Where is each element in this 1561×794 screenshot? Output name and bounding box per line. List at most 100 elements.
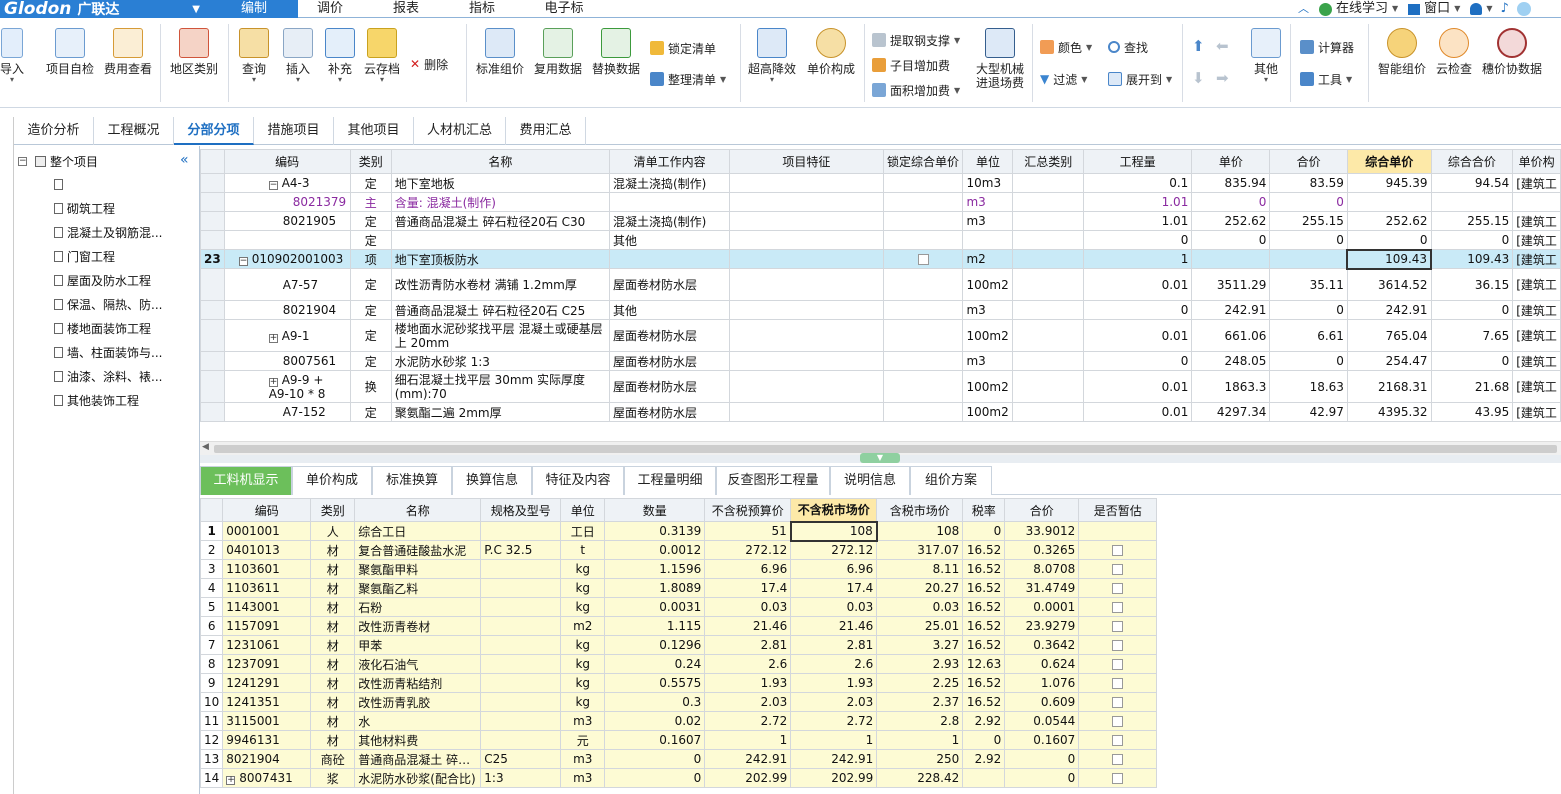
table-row[interactable]: 8021904 定 普通商品混凝土 碎石粒径20石 C25 其他 m3 0 24…: [200, 300, 1561, 320]
collapse-icon[interactable]: −: [268, 181, 278, 190]
tools-button[interactable]: 工具 ▼: [1300, 71, 1352, 87]
tab-conversion-info[interactable]: 换算信息: [452, 466, 532, 495]
table-row[interactable]: 6 1157091 材 改性沥青卷材 m2 1.115 21.46 21.46 …: [199, 616, 1158, 636]
tab-project-overview[interactable]: 工程概况: [94, 117, 174, 145]
provisional-checkbox[interactable]: [1112, 602, 1124, 613]
lock-price-checkbox[interactable]: [917, 254, 929, 265]
reuse-data-button[interactable]: 复用数据: [532, 28, 584, 76]
table-row[interactable]: + A9-9 + A9-10 * 8 换 细石混凝土找平层 30mm 实际厚度(m…: [200, 370, 1561, 403]
table-row[interactable]: 8021379 主 含量: 混凝土(制作) m3 1.01 0 0: [200, 192, 1561, 212]
menu-tab-adjust[interactable]: 调价: [298, 0, 362, 18]
delete-button[interactable]: ✕ 删除: [410, 56, 448, 72]
column-header-active[interactable]: 不含税市场价: [790, 498, 878, 522]
tab-reverse-graphic-quantity[interactable]: 反查图形工程量: [716, 466, 830, 495]
table-row[interactable]: + A9-1 定 楼地面水泥砂浆找平层 混凝土或硬基层上 20mm 屋面卷材防水层…: [200, 319, 1561, 352]
chevron-down-icon[interactable]: ▼: [1486, 0, 1492, 18]
table-row[interactable]: 7 1231061 材 甲苯 kg 0.1296 2.81 2.81 3.27 …: [199, 635, 1158, 655]
table-row[interactable]: − A4-3 定 地下室地板 混凝土浇捣(制作) 10m3 0.1 835.94 …: [200, 173, 1561, 193]
tab-pricing-plan[interactable]: 组价方案: [910, 466, 992, 495]
provisional-checkbox[interactable]: [1112, 564, 1124, 575]
tab-sub-items[interactable]: 分部分项: [174, 117, 254, 145]
column-header[interactable]: 工程量: [1083, 149, 1193, 174]
column-header[interactable]: 锁定综合单价: [882, 149, 964, 174]
table-row[interactable]: 5 1143001 材 石粉 kg 0.0031 0.03 0.03 0.03 …: [199, 597, 1158, 617]
provisional-checkbox[interactable]: [1112, 659, 1124, 670]
supplement-button[interactable]: 补充 ▾: [322, 28, 358, 84]
tree-item[interactable]: 门窗工程: [54, 247, 115, 265]
expand-icon[interactable]: +: [268, 333, 278, 343]
tab-labor-material-display[interactable]: 工料机显示: [200, 466, 292, 495]
move-right-button[interactable]: ➡: [1216, 69, 1229, 87]
chevron-up-icon[interactable]: ︿: [1298, 0, 1309, 18]
tab-fee-summary[interactable]: 费用汇总: [506, 117, 586, 145]
app-logo[interactable]: Glodon 广联达 ▼: [0, 0, 210, 19]
active-cell[interactable]: 108: [789, 520, 878, 542]
table-row[interactable]: 定 其他 0 0 0 0 0 [建筑工: [200, 230, 1561, 250]
tab-other-items[interactable]: 其他项目: [334, 117, 414, 145]
smart-pricing-button[interactable]: 智能组价: [1376, 28, 1428, 76]
move-up-button[interactable]: ⬆: [1192, 37, 1205, 55]
column-header[interactable]: 数量: [604, 498, 706, 522]
insert-button[interactable]: 插入 ▾: [280, 28, 316, 84]
unit-price-composition-button[interactable]: 单价构成: [804, 28, 858, 76]
move-left-button[interactable]: ⬅: [1216, 37, 1229, 55]
expand-icon[interactable]: +: [268, 377, 278, 387]
column-header[interactable]: 综合合价: [1430, 149, 1514, 174]
table-row[interactable]: 2 0401013 材 复合普通硅酸盐水泥 P.C 32.5 t 0.0012 …: [199, 540, 1158, 560]
tab-measures[interactable]: 措施项目: [254, 117, 334, 145]
tab-features-content[interactable]: 特征及内容: [532, 466, 624, 495]
column-header[interactable]: 单价: [1191, 149, 1271, 174]
provisional-checkbox[interactable]: [1112, 583, 1124, 594]
table-row-selected[interactable]: 23 −010902001003 项 地下室顶板防水 m2 1 109.43 1…: [200, 248, 1561, 270]
table-row[interactable]: 8021905 定 普通商品混凝土 碎石粒径20石 C30 混凝土浇捣(制作) …: [200, 211, 1561, 231]
provisional-checkbox[interactable]: [1112, 754, 1124, 765]
splitter-handle-icon[interactable]: ▼: [860, 453, 900, 463]
import-button[interactable]: 导入 ▾: [0, 28, 24, 84]
column-header[interactable]: 不含税预算价: [704, 498, 792, 522]
column-header[interactable]: 单位: [560, 498, 606, 522]
tab-labor-material-summary[interactable]: 人材机汇总: [414, 117, 506, 145]
provisional-checkbox[interactable]: [1112, 773, 1124, 784]
column-header[interactable]: 单位: [962, 149, 1014, 174]
chevron-down-icon[interactable]: ▼: [1454, 0, 1460, 18]
organize-list-button[interactable]: 整理清单 ▼: [650, 71, 726, 87]
scroll-left-icon[interactable]: ◀: [202, 442, 209, 452]
color-button[interactable]: 颜色 ▼: [1040, 39, 1092, 55]
expand-to-button[interactable]: 展开到 ▼: [1108, 71, 1172, 87]
column-header[interactable]: 单价构: [1512, 149, 1561, 174]
column-header[interactable]: 名称: [354, 498, 482, 522]
tree-item[interactable]: [54, 175, 67, 193]
column-header-sorted[interactable]: 综合单价: [1346, 149, 1432, 174]
tree-item[interactable]: 混凝土及钢筋混...: [54, 223, 162, 241]
provisional-checkbox[interactable]: [1112, 735, 1124, 746]
column-header[interactable]: 类别: [349, 149, 392, 174]
tab-cost-analysis[interactable]: 造价分析: [14, 117, 94, 145]
assistant-icon[interactable]: [1516, 2, 1531, 16]
column-header[interactable]: 项目特征: [729, 149, 884, 174]
area-fee-button[interactable]: 面积增加费 ▼: [872, 82, 960, 98]
column-header[interactable]: 汇总类别: [1012, 149, 1085, 174]
menu-tab-ebid[interactable]: 电子标: [528, 0, 600, 18]
menu-tab-report[interactable]: 报表: [374, 0, 438, 18]
column-header[interactable]: 编码: [223, 149, 351, 174]
table-row[interactable]: A7-57 定 改性沥青防水卷材 满铺 1.2mm厚 屋面卷材防水层 100m2…: [200, 268, 1561, 301]
provisional-checkbox[interactable]: [1112, 640, 1124, 651]
large-machinery-button[interactable]: 大型机械 进退场费: [974, 28, 1026, 90]
provisional-checkbox[interactable]: [1112, 545, 1124, 556]
tree-item[interactable]: 保温、隔热、防...: [54, 295, 162, 313]
table-row[interactable]: 1 0001001 人 综合工日 工日 0.3139 51 108 108 0 …: [199, 520, 1158, 542]
tree-item[interactable]: 楼地面装饰工程: [54, 319, 151, 337]
tree-item[interactable]: 墙、柱面装饰与...: [54, 343, 162, 361]
move-down-button[interactable]: ⬇: [1192, 69, 1205, 87]
height-reduction-button[interactable]: 超高降效 ▾: [746, 28, 798, 84]
tab-description[interactable]: 说明信息: [830, 466, 910, 495]
left-collapsed-panel[interactable]: [0, 117, 14, 794]
provisional-checkbox[interactable]: [1112, 716, 1124, 727]
table-row[interactable]: 12 9946131 材 其他材料费 元 0.1607 1 1 1 0 0.16…: [199, 730, 1158, 750]
column-header[interactable]: 类别: [310, 498, 356, 522]
collapse-icon[interactable]: −: [18, 156, 27, 166]
tab-unit-price-composition[interactable]: 单价构成: [292, 466, 372, 495]
column-header[interactable]: 名称: [390, 149, 610, 174]
cloud-archive-button[interactable]: 云存档 ▾: [362, 28, 402, 84]
table-row[interactable]: 4 1103611 材 聚氨酯乙料 kg 1.8089 17.4 17.4 20…: [199, 578, 1158, 598]
